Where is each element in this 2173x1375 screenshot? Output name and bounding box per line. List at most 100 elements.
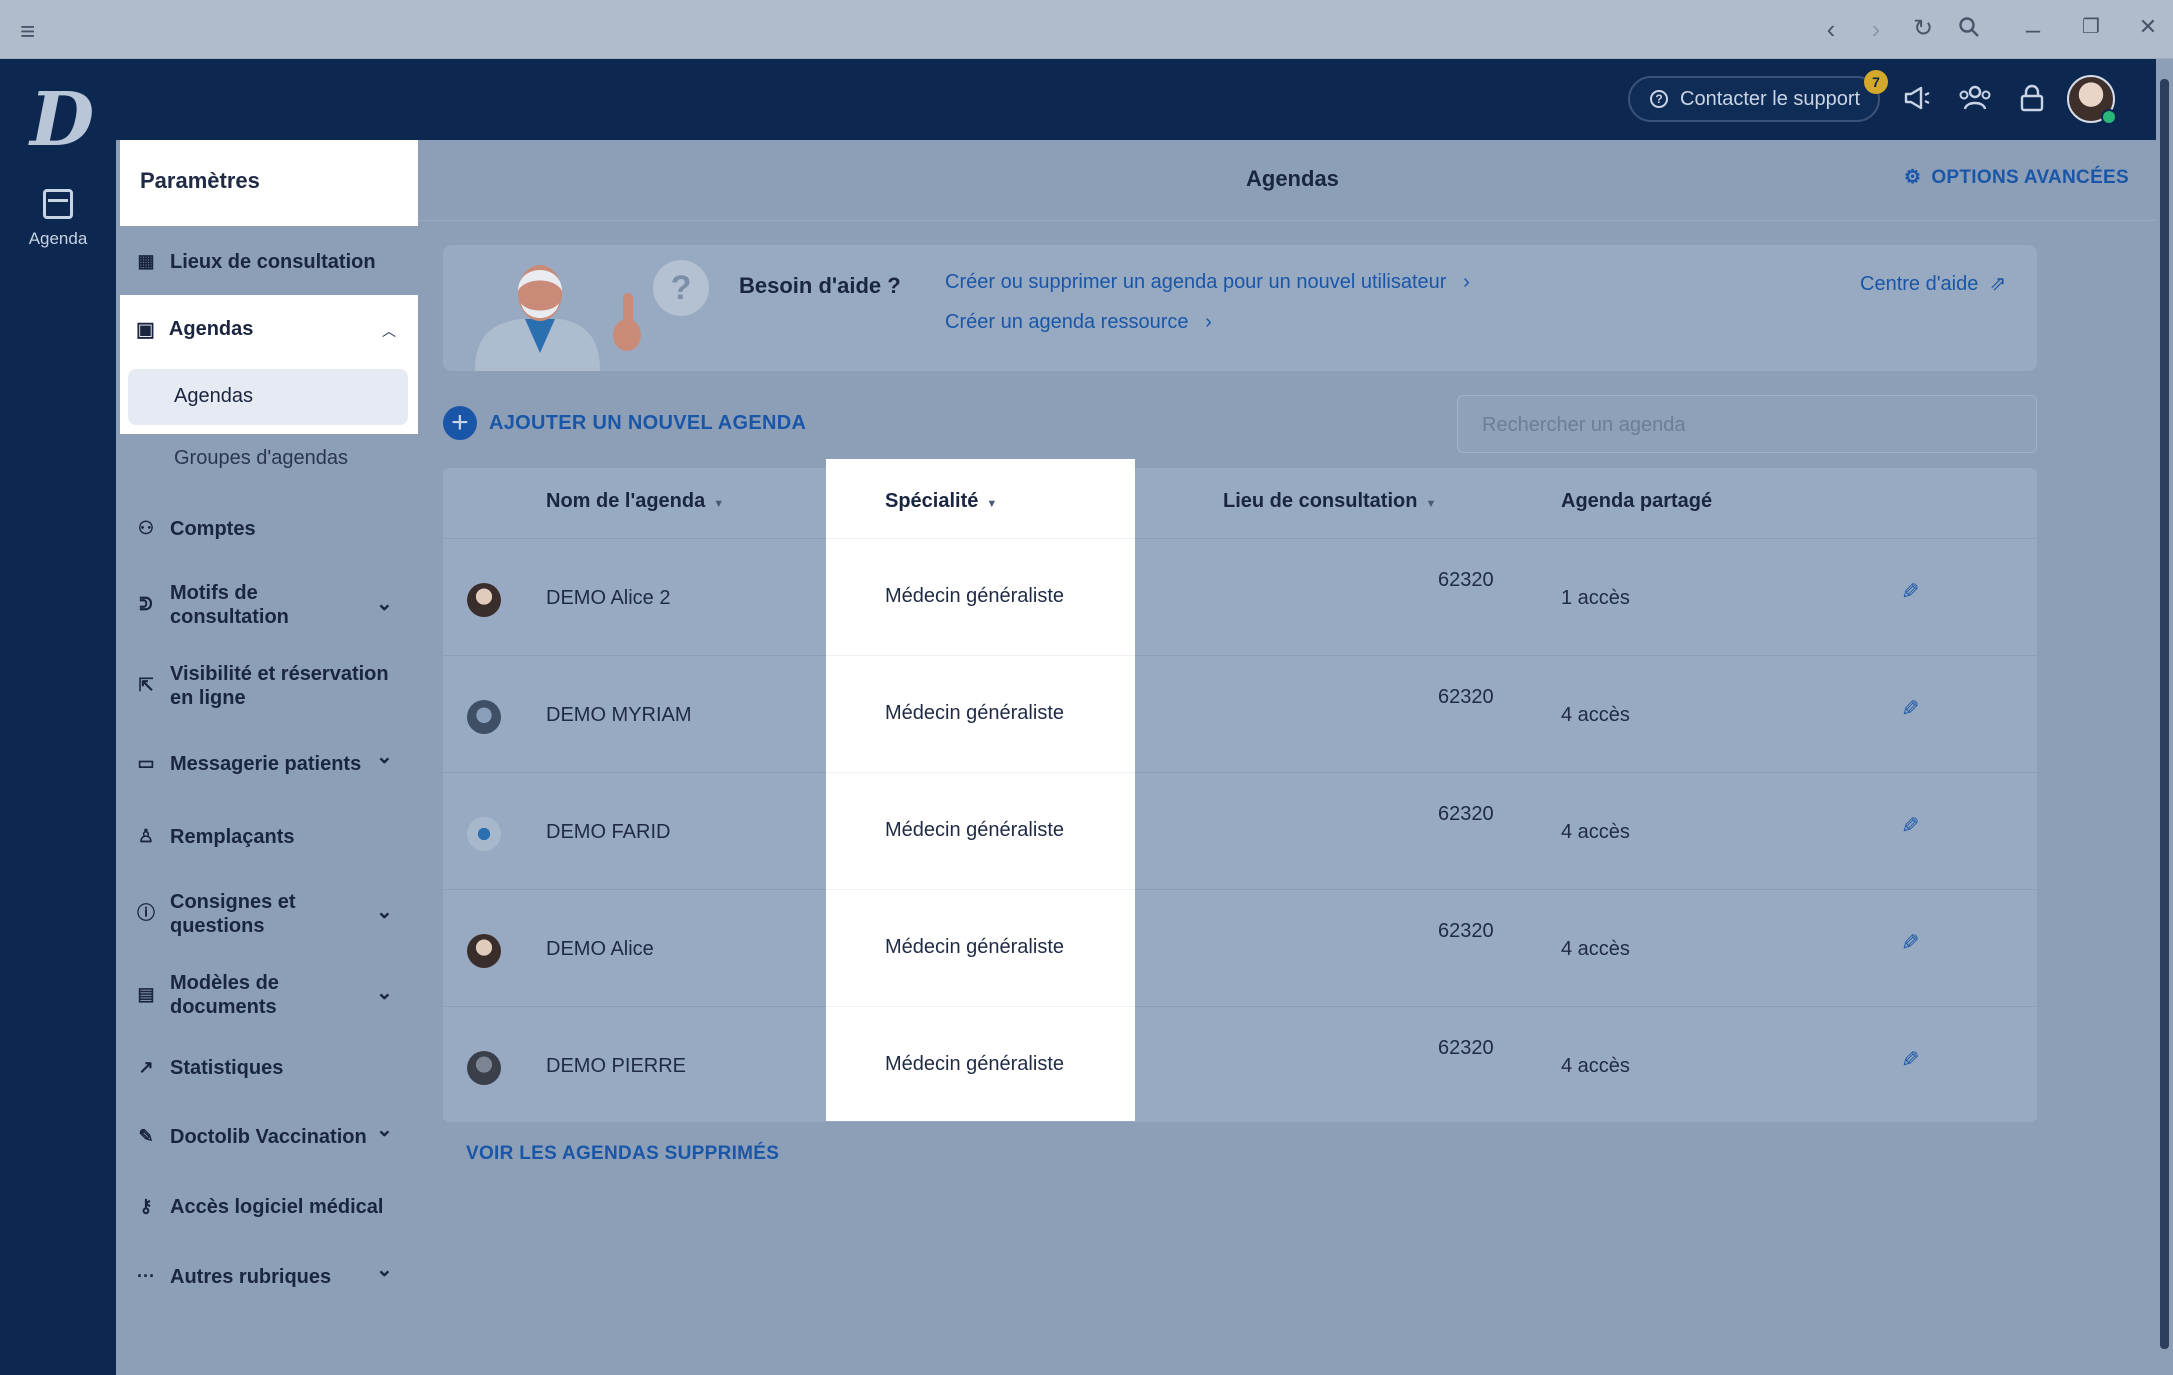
sidebar-item-remplacants[interactable]: ♙ Remplaçants — [136, 825, 406, 849]
sidebar-item-motifs[interactable]: ᕲ Motifs de consultation — [136, 581, 376, 629]
browser-toolbar: ≡ ‹ › ↻ – ❐ ✕ — [0, 0, 2173, 59]
agenda-access: 4 accès — [1561, 704, 1630, 726]
edit-pencil-icon[interactable]: ✎ — [1901, 696, 1919, 722]
view-deleted-agendas-link[interactable]: VOIR LES AGENDAS SUPPRIMÉS — [466, 1143, 779, 1165]
sidebar-subitem-agendas[interactable]: Agendas — [128, 369, 408, 425]
sidebar-item-autres[interactable]: ··· Autres rubriques — [136, 1265, 376, 1289]
sidebar-item-vaccination[interactable]: ✎ Doctolib Vaccination — [136, 1125, 376, 1149]
support-label: Contacter le support — [1680, 87, 1861, 110]
sidebar-item-label: Autres rubriques — [170, 1266, 332, 1288]
chevron-up-icon[interactable]: ︿ — [382, 321, 396, 341]
search-agenda-input[interactable]: Rechercher un agenda — [1457, 395, 2037, 453]
chevron-down-icon[interactable]: ⌄ — [376, 592, 396, 616]
table-row[interactable]: DEMO Alice 62320 4 accès ✎ — [443, 889, 2037, 1006]
agenda-avatar — [467, 934, 501, 968]
chevron-down-icon[interactable]: ⌄ — [376, 1118, 396, 1142]
forward-icon[interactable]: › — [1859, 14, 1893, 45]
column-header-speciality[interactable]: Spécialité ▼ — [885, 490, 997, 513]
contact-support-button[interactable]: ? Contacter le support — [1628, 76, 1880, 122]
edit-pencil-icon[interactable]: ✎ — [1901, 1047, 1919, 1073]
lock-icon[interactable] — [2015, 83, 2049, 117]
column-header-shared: Agenda partagé — [1561, 490, 1713, 512]
table-row[interactable]: DEMO PIERRE 62320 4 accès ✎ — [443, 1006, 2037, 1123]
sort-icon: ▼ — [713, 498, 725, 510]
sidebar-item-label: Messagerie patients — [170, 753, 362, 775]
column-header-label: Lieu de consultation — [1223, 490, 1418, 512]
question-bubble-icon: ? — [653, 260, 709, 316]
close-icon[interactable]: ✕ — [2131, 14, 2165, 40]
sidebar-item-acces[interactable]: ⚷ Accès logiciel médical — [136, 1195, 406, 1219]
user-avatar[interactable] — [2067, 75, 2117, 125]
cursor-icon: ⇱ — [138, 675, 154, 696]
help-link-label: Créer un agenda ressource — [945, 311, 1189, 333]
sidebar-item-lieux[interactable]: ▦ Lieux de consultation — [136, 250, 406, 274]
megaphone-icon[interactable] — [1900, 83, 1934, 117]
restore-icon[interactable]: ❐ — [2074, 14, 2108, 39]
sidebar-item-consignes[interactable]: ⓘ Consignes et questions — [136, 890, 376, 938]
sidebar-item-agendas[interactable]: ▣ Agendas — [136, 317, 253, 342]
edit-pencil-icon[interactable]: ✎ — [1901, 579, 1919, 605]
rail-agenda-link[interactable]: Agenda — [0, 189, 116, 249]
add-agenda-label: AJOUTER UN NOUVEL AGENDA — [489, 411, 807, 434]
doctor-illustration — [475, 265, 641, 371]
table-row[interactable]: DEMO Alice 2 62320 1 accès ✎ — [443, 538, 2037, 655]
sidebar-item-visibilite[interactable]: ⇱ Visibilité et réservation en ligne — [136, 662, 406, 710]
divider — [826, 538, 1135, 539]
help-link-create-agenda[interactable]: Créer ou supprimer un agenda pour un nou… — [945, 271, 1470, 294]
chevron-right-icon: › — [1451, 271, 1470, 293]
sidebar-group-agendas: ▣ Agendas ︿ Agendas — [120, 295, 418, 434]
sidebar-item-statistiques[interactable]: ↗ Statistiques — [136, 1056, 406, 1080]
agenda-avatar — [467, 817, 501, 851]
calendar-icon: ▣ — [136, 319, 155, 341]
search-icon[interactable] — [1952, 14, 1986, 45]
team-icon[interactable] — [1958, 83, 1992, 117]
agenda-access: 4 accès — [1561, 821, 1630, 843]
table-row[interactable]: DEMO FARID 62320 4 accès ✎ — [443, 772, 2037, 889]
column-header-lieu[interactable]: Lieu de consultation ▼ — [1223, 490, 1436, 513]
user-icon: ♙ — [137, 826, 155, 847]
chevron-down-icon[interactable]: ⌄ — [376, 981, 396, 1005]
help-center-label: Centre d'aide — [1860, 273, 1979, 295]
divider — [826, 772, 1135, 773]
syringe-icon: ✎ — [138, 1126, 154, 1147]
column-header-label: Spécialité — [885, 490, 979, 512]
chevron-down-icon[interactable]: ⌄ — [376, 1258, 396, 1282]
chevron-down-icon[interactable]: ⌄ — [376, 745, 396, 769]
agenda-name: DEMO FARID — [546, 821, 671, 843]
edit-pencil-icon[interactable]: ✎ — [1901, 813, 1919, 839]
sidebar-subitem-groupes[interactable]: Groupes d'agendas — [174, 447, 348, 470]
sidebar-item-label: Modèles de documents — [170, 972, 279, 1018]
sidebar-item-messagerie[interactable]: ▭ Messagerie patients — [136, 752, 376, 776]
scrollbar[interactable] — [2156, 59, 2173, 1375]
agenda-name: DEMO Alice — [546, 938, 654, 960]
document-icon: ▤ — [137, 984, 155, 1005]
add-agenda-button[interactable]: + AJOUTER UN NOUVEL AGENDA — [443, 406, 806, 440]
back-icon[interactable]: ‹ — [1814, 14, 1848, 45]
chat-icon: ▭ — [137, 753, 155, 774]
chevron-down-icon[interactable]: ⌄ — [376, 900, 396, 924]
agenda-access: 4 accès — [1561, 1055, 1630, 1077]
doctolib-logo[interactable]: D — [30, 83, 94, 157]
speciality-cell: Médecin généraliste — [885, 585, 1064, 607]
agenda-name: DEMO MYRIAM — [546, 704, 692, 726]
settings-sidebar: Paramètres ▦ Lieux de consultation ▣ Age… — [116, 140, 418, 1375]
column-header-name[interactable]: Nom de l'agenda ▼ — [546, 490, 724, 513]
help-link-resource-agenda[interactable]: Créer un agenda ressource › — [945, 311, 1212, 334]
agenda-zip: 62320 — [1438, 686, 1494, 708]
agenda-zip: 62320 — [1438, 569, 1494, 591]
advanced-options-button[interactable]: ⚙ OPTIONS AVANCÉES — [1904, 166, 2129, 189]
online-status-dot — [2101, 109, 2117, 125]
scrollbar-thumb[interactable] — [2160, 79, 2169, 1349]
help-center-link[interactable]: Centre d'aide ⇗ — [1860, 271, 2006, 296]
agenda-zip: 62320 — [1438, 920, 1494, 942]
table-row[interactable]: DEMO MYRIAM 62320 4 accès ✎ — [443, 655, 2037, 772]
minimize-icon[interactable]: – — [2016, 14, 2050, 45]
sidebar-item-modeles[interactable]: ▤ Modèles de documents — [136, 971, 376, 1019]
speciality-cell: Médecin généraliste — [885, 702, 1064, 724]
divider — [826, 655, 1135, 656]
edit-pencil-icon[interactable]: ✎ — [1901, 930, 1919, 956]
sidebar-item-label: Statistiques — [170, 1057, 284, 1079]
reload-icon[interactable]: ↻ — [1906, 14, 1940, 43]
hamburger-icon[interactable]: ≡ — [20, 16, 35, 47]
sidebar-item-comptes[interactable]: ⚇ Comptes — [136, 517, 406, 541]
